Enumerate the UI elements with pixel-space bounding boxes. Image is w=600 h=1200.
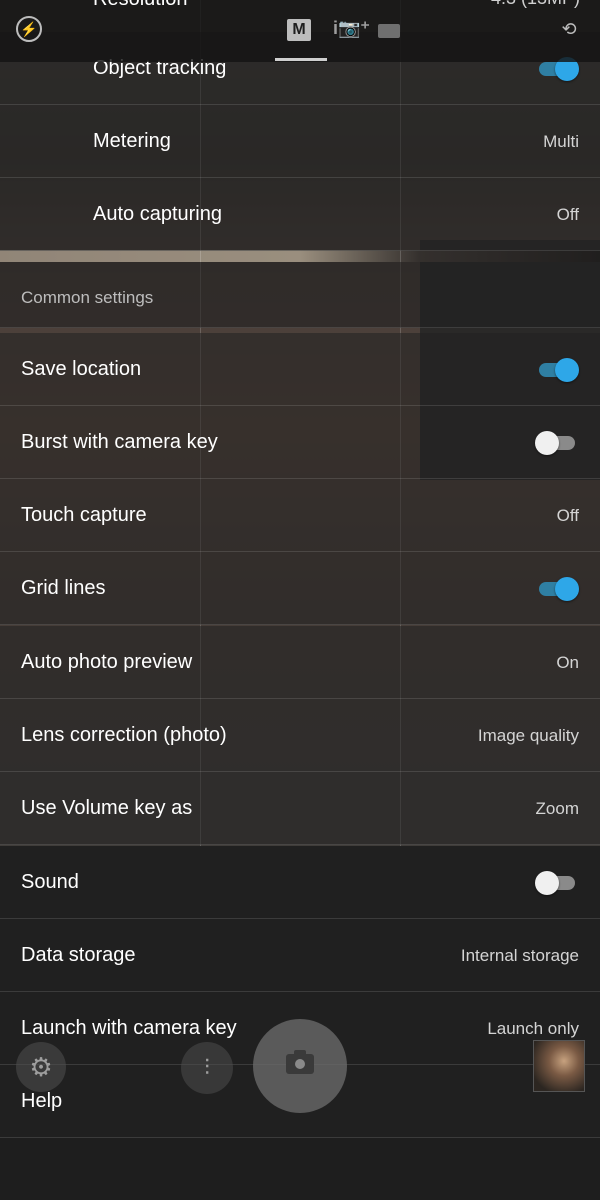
toggle-knob bbox=[535, 871, 559, 895]
camera-settings-screen: Object tracking Metering Multi Auto capt… bbox=[0, 0, 600, 1200]
setting-row-save-location[interactable]: Save location bbox=[0, 333, 600, 406]
video-mode-icon[interactable] bbox=[378, 24, 400, 38]
sliders-icon[interactable]: ⫶ bbox=[181, 1042, 233, 1094]
setting-label: Data storage bbox=[21, 944, 136, 966]
setting-label: Burst with camera key bbox=[21, 431, 218, 453]
setting-label: Auto photo preview bbox=[21, 651, 193, 673]
setting-row-touch-capture[interactable]: Touch capture Off bbox=[0, 479, 600, 552]
active-mode-indicator bbox=[275, 58, 327, 61]
setting-value: Image quality bbox=[477, 726, 579, 745]
setting-label: Lens correction (photo) bbox=[21, 724, 227, 746]
gallery-thumbnail[interactable] bbox=[533, 1040, 585, 1092]
section-header-label: Common settings bbox=[21, 288, 154, 307]
save-location-toggle[interactable] bbox=[535, 358, 579, 382]
settings-panel: Object tracking Metering Multi Auto capt… bbox=[0, 0, 600, 1138]
camera-icon bbox=[286, 1050, 314, 1074]
manual-mode-button[interactable]: M bbox=[287, 19, 311, 41]
toggle-knob bbox=[555, 358, 579, 382]
resolution-value: 4:3 (13MP) bbox=[491, 0, 580, 9]
section-header-common-settings: Common settings bbox=[0, 262, 600, 328]
setting-row-metering[interactable]: Metering Multi bbox=[0, 105, 600, 178]
setting-row-sound[interactable]: Sound bbox=[0, 846, 600, 919]
resolution-icon bbox=[34, 0, 58, 4]
gear-icon[interactable]: ⚙ bbox=[16, 1042, 66, 1092]
camera-bottom-controls: ⚙ ⫶ bbox=[0, 1000, 600, 1138]
setting-value: Off bbox=[556, 506, 579, 525]
toggle-knob bbox=[555, 577, 579, 601]
setting-row-auto-photo-preview[interactable]: Auto photo preview On bbox=[0, 626, 600, 699]
toggle-knob bbox=[535, 431, 559, 455]
sound-toggle[interactable] bbox=[535, 871, 579, 895]
camera-top-bar: Resolution 4:3 (13MP) ⚡ M i📷⁺ ⟲ bbox=[0, 0, 600, 62]
setting-row-grid-lines[interactable]: Grid lines bbox=[0, 552, 600, 625]
setting-row-data-storage[interactable]: Data storage Internal storage bbox=[0, 919, 600, 992]
setting-label: Auto capturing bbox=[93, 203, 222, 225]
setting-label: Metering bbox=[93, 130, 171, 152]
setting-value: Internal storage bbox=[460, 946, 579, 965]
setting-row-use-volume-key[interactable]: Use Volume key as Zoom bbox=[0, 772, 600, 845]
setting-label: Touch capture bbox=[21, 504, 147, 526]
burst-with-camera-key-toggle[interactable] bbox=[535, 431, 579, 455]
setting-row-auto-capturing[interactable]: Auto capturing Off bbox=[0, 178, 600, 251]
setting-label: Use Volume key as bbox=[21, 797, 193, 819]
switch-camera-icon[interactable]: ⟲ bbox=[556, 16, 582, 42]
grid-lines-toggle[interactable] bbox=[535, 577, 579, 601]
intelligent-auto-mode-button[interactable]: i📷⁺ bbox=[333, 18, 370, 39]
setting-row-burst-with-camera-key[interactable]: Burst with camera key bbox=[0, 406, 600, 479]
setting-value: Off bbox=[556, 205, 579, 224]
flash-off-icon[interactable]: ⚡ bbox=[16, 16, 42, 42]
setting-value: Multi bbox=[543, 132, 579, 151]
setting-label: Sound bbox=[21, 871, 79, 893]
setting-row-lens-correction[interactable]: Lens correction (photo) Image quality bbox=[0, 699, 600, 772]
bottom-background bbox=[0, 1138, 600, 1200]
resolution-label: Resolution bbox=[93, 0, 188, 11]
setting-label: Grid lines bbox=[21, 577, 106, 599]
setting-value: Zoom bbox=[535, 799, 579, 818]
shutter-button[interactable] bbox=[253, 1019, 347, 1113]
setting-label: Save location bbox=[21, 358, 142, 380]
setting-value: On bbox=[556, 653, 579, 672]
